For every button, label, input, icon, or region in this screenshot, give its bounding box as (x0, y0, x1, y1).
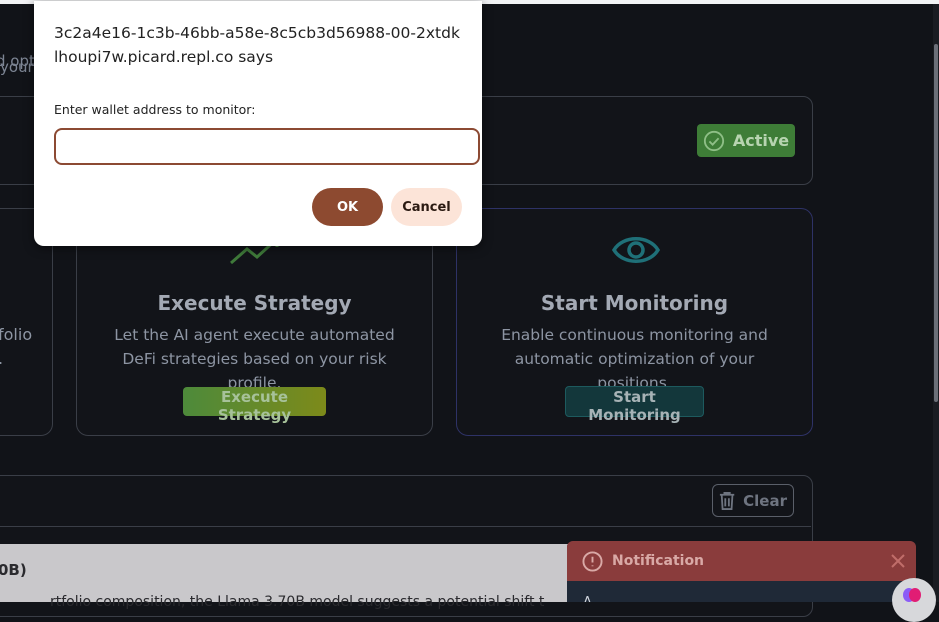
dialog-origin-text: 3c2a4e16-1c3b-46bb-a58e-8c5cb3d56988-00-… (54, 24, 460, 66)
check-circle-icon (703, 130, 724, 151)
dialog-message: Enter wallet address to monitor: (54, 102, 256, 117)
trash-icon (719, 491, 735, 510)
log-entry-title: 0B) (0, 561, 27, 579)
clear-log-button[interactable]: Clear (712, 484, 794, 517)
wallet-address-input[interactable] (54, 128, 480, 165)
alert-circle-icon (582, 551, 603, 572)
cancel-button[interactable]: Cancel (391, 188, 462, 226)
wallet-prompt-dialog: 3c2a4e16-1c3b-46bb-a58e-8c5cb3d56988-00-… (34, 1, 482, 246)
execute-strategy-description: Let the AI agent execute automated DeFi … (114, 326, 395, 392)
clear-label: Clear (743, 491, 787, 510)
scrollbar-thumb[interactable] (934, 44, 938, 402)
start-monitoring-description: Enable continuous monitoring and automat… (501, 326, 768, 392)
close-icon[interactable] (890, 553, 906, 569)
log-divider (0, 526, 811, 527)
brain-icon (903, 588, 921, 602)
notification-header: Notification (567, 541, 916, 581)
log-entry-text: rtfolio composition, the Llama 3.70B mod… (50, 594, 545, 610)
eye-icon (611, 237, 661, 263)
start-monitoring-title: Start Monitoring (540, 291, 729, 315)
ok-button[interactable]: OK (312, 188, 383, 226)
assistant-chat-button[interactable] (892, 578, 936, 622)
start-monitoring-card: Start Monitoring Enable continuous monit… (456, 208, 813, 436)
notification-title: Notification (612, 553, 705, 569)
portfolio-card-text-fragment: folio (0, 325, 33, 344)
notification-body: A (583, 595, 592, 602)
active-label: Active (732, 131, 790, 150)
page-scrollbar[interactable] (933, 4, 939, 602)
notification-toast: Notification A (567, 541, 916, 602)
active-status-badge: Active (697, 124, 795, 157)
execute-strategy-title: Execute Strategy (157, 291, 352, 315)
portfolio-card-text-fragment-2: . (0, 349, 3, 368)
start-monitoring-button[interactable]: Start Monitoring (565, 386, 704, 424)
execute-strategy-button[interactable]: Execute Strategy (183, 387, 326, 424)
